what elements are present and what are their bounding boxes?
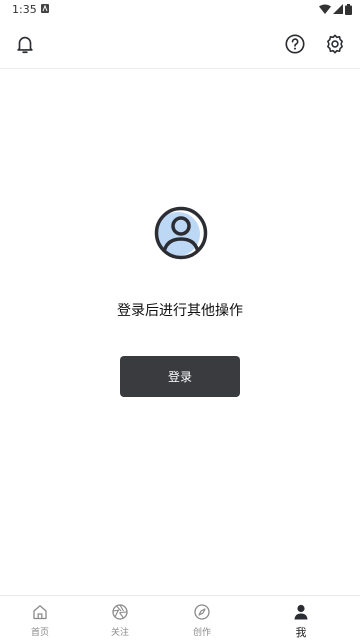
nav-item-home[interactable]: 首页 <box>0 596 80 641</box>
top-bar <box>0 22 360 69</box>
battery-icon <box>345 3 352 15</box>
nav-item-create[interactable]: 创作 <box>162 596 242 641</box>
status-time: 1:35 <box>12 3 37 16</box>
wifi-icon <box>319 4 331 14</box>
nav-label-home: 首页 <box>30 628 49 638</box>
bottom-nav: 首页 关注 创作 我 <box>0 595 360 641</box>
notification-icon <box>41 4 49 13</box>
nav-label-create: 创作 <box>192 628 211 638</box>
help-icon[interactable] <box>281 30 309 58</box>
person-icon <box>294 604 308 620</box>
nav-item-me[interactable]: 我 <box>261 596 341 641</box>
status-bar: 1:35 <box>0 0 360 20</box>
bell-icon[interactable] <box>11 30 39 58</box>
status-icons <box>319 3 352 15</box>
user-avatar-icon <box>154 206 208 260</box>
home-icon <box>33 605 47 620</box>
login-prompt-message: 登录后进行其他操作 <box>117 303 243 319</box>
nav-label-follow: 关注 <box>110 628 129 638</box>
login-button[interactable]: 登录 <box>120 356 240 397</box>
compass-icon <box>194 604 210 620</box>
nav-item-follow[interactable]: 关注 <box>80 596 160 641</box>
nav-label-me: 我 <box>295 626 307 639</box>
aperture-icon <box>112 604 128 620</box>
cellular-icon <box>333 4 343 14</box>
settings-icon[interactable] <box>321 30 349 58</box>
